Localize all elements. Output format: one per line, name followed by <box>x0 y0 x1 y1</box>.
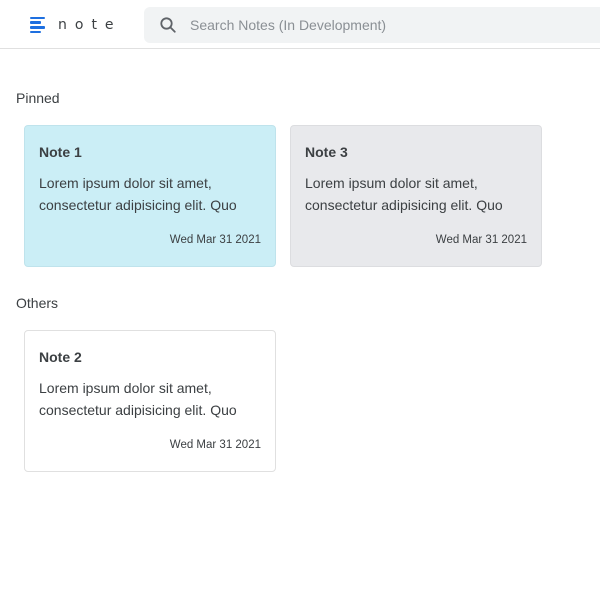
search-input[interactable] <box>190 7 590 43</box>
note-card[interactable]: Note 2 Lorem ipsum dolor sit amet, conse… <box>24 330 276 472</box>
note-date: Wed Mar 31 2021 <box>169 234 261 246</box>
search-icon[interactable] <box>159 16 177 34</box>
note-card[interactable]: Note 1 Lorem ipsum dolor sit amet, conse… <box>24 125 276 267</box>
note-title: Note 1 <box>39 144 82 160</box>
note-date: Wed Mar 31 2021 <box>435 234 527 246</box>
note-body: Lorem ipsum dolor sit amet, consectetur … <box>39 175 237 213</box>
note-card[interactable]: Note 3 Lorem ipsum dolor sit amet, conse… <box>290 125 542 267</box>
note-date: Wed Mar 31 2021 <box>169 439 261 451</box>
menu-icon[interactable] <box>30 16 45 34</box>
note-title: Note 3 <box>305 144 348 160</box>
others-section-title: Others <box>16 295 59 311</box>
logo-text: note <box>58 17 122 33</box>
note-body: Lorem ipsum dolor sit amet, consectetur … <box>39 380 237 418</box>
note-title: Note 2 <box>39 349 82 365</box>
search-bar[interactable] <box>144 7 600 43</box>
app-logo[interactable]: note <box>30 15 122 35</box>
app-header: note <box>0 0 600 49</box>
pinned-section-title: Pinned <box>16 90 60 106</box>
note-body: Lorem ipsum dolor sit amet, consectetur … <box>305 175 503 213</box>
